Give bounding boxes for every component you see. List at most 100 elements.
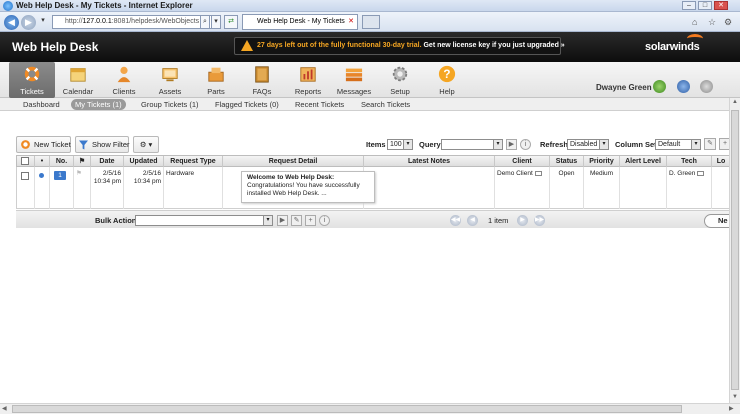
ticket-updated: 2/5/16: [142, 170, 161, 177]
home-icon[interactable]: ⌂: [692, 17, 697, 27]
column-set-select[interactable]: Default ▾: [655, 139, 701, 150]
col-updated[interactable]: Updated: [124, 156, 164, 167]
select-all-checkbox[interactable]: [21, 157, 29, 165]
items-value: 100: [390, 141, 402, 148]
select-all-header[interactable]: [17, 156, 35, 167]
minimize-button[interactable]: –: [682, 1, 696, 10]
last-page-icon[interactable]: ▶▶: [534, 215, 545, 226]
nav-faqs[interactable]: FAQs: [239, 62, 285, 98]
preferences-gear-icon[interactable]: [700, 80, 713, 93]
nav-calendar[interactable]: Calendar: [55, 62, 101, 98]
nav-clients[interactable]: Clients: [101, 62, 147, 98]
info-icon[interactable]: i: [319, 215, 330, 226]
subnav-recent-tickets[interactable]: Recent Tickets: [291, 99, 348, 110]
favorites-star-icon[interactable]: ☆: [708, 17, 716, 28]
license-key-link[interactable]: Get new license key if you just upgraded…: [423, 42, 564, 49]
lifebuoy-icon: [24, 66, 40, 82]
row-checkbox[interactable]: [21, 172, 29, 180]
lock-icon[interactable]: [677, 80, 690, 93]
subnav-group-tickets[interactable]: Group Tickets (1): [137, 99, 203, 110]
email-icon[interactable]: [534, 170, 542, 176]
back-arrow-icon[interactable]: ◀: [4, 15, 19, 30]
items-select[interactable]: 100 ▾: [387, 139, 413, 150]
col-request-detail[interactable]: Request Detail: [223, 156, 364, 167]
subnav-flagged-tickets[interactable]: Flagged Tickets (0): [211, 99, 283, 110]
nav-assets[interactable]: Assets: [147, 62, 193, 98]
col-client[interactable]: Client: [495, 156, 550, 167]
maximize-button[interactable]: □: [698, 1, 712, 10]
col-location[interactable]: Lo: [712, 156, 730, 167]
logo-swoosh-icon: [687, 34, 704, 43]
warning-icon: [241, 40, 253, 51]
nav-setup[interactable]: Setup: [377, 62, 423, 98]
new-ticket-button[interactable]: New Ticket: [16, 136, 71, 153]
availability-icon[interactable]: [653, 80, 666, 93]
chevron-down-icon: ▾: [493, 140, 502, 149]
ticket-tech[interactable]: D. Green: [669, 170, 695, 177]
close-window-button[interactable]: ✕: [714, 1, 728, 10]
show-filter-button[interactable]: Show Filter: [75, 136, 130, 153]
first-page-icon[interactable]: ◀◀: [450, 215, 461, 226]
table-row[interactable]: 1 ⚑ 2/5/16 10:34 pm 2/5/16 10:34 pm Hard…: [16, 167, 740, 209]
apply-action-icon[interactable]: ▶: [277, 215, 288, 226]
item-count: 1 item: [488, 216, 509, 225]
run-query-icon[interactable]: ▶: [506, 139, 517, 150]
col-latest-notes[interactable]: Latest Notes: [364, 156, 495, 167]
refresh-value: Disabled: [570, 141, 598, 148]
col-status[interactable]: Status: [550, 156, 584, 167]
grid-settings-button[interactable]: ⚙ ▾: [133, 136, 159, 153]
col-date[interactable]: Date: [91, 156, 124, 167]
horizontal-scrollbar[interactable]: ◀ ▶: [0, 403, 740, 414]
request-detail-box[interactable]: Welcome to Web Help Desk: Congratulation…: [241, 171, 375, 203]
compatibility-view-icon[interactable]: ⇄: [224, 15, 238, 29]
edit-pencil-icon[interactable]: ✎: [291, 215, 302, 226]
close-tab-icon[interactable]: ✕: [348, 15, 354, 29]
trial-days-text: 27 days left out of the fully functional…: [257, 42, 422, 49]
gear-icon: ⚙ ▾: [139, 140, 153, 149]
subnav-search-tickets[interactable]: Search Tickets: [357, 99, 414, 110]
refresh-select[interactable]: Disabled ▾: [567, 139, 609, 150]
nav-messages[interactable]: Messages: [331, 62, 377, 98]
tools-gear-icon[interactable]: ⚙: [724, 17, 732, 28]
address-bar[interactable]: http://127.0.0.1:8081/helpdesk/WebObject…: [52, 15, 220, 29]
col-tech[interactable]: Tech: [667, 156, 712, 167]
address-dropdown-icon[interactable]: ▾: [211, 15, 221, 29]
scroll-up-icon[interactable]: ▲: [732, 99, 738, 105]
subnav-dashboard[interactable]: Dashboard: [19, 99, 64, 110]
history-dropdown-icon[interactable]: ▾: [38, 15, 48, 29]
search-icon[interactable]: ⌕: [200, 15, 210, 29]
nav-help[interactable]: ? Help: [424, 62, 470, 98]
nav-tickets[interactable]: Tickets: [9, 62, 55, 98]
vertical-scroll-thumb[interactable]: [731, 110, 739, 390]
scroll-down-icon[interactable]: ▼: [732, 394, 738, 400]
col-number[interactable]: No.: [50, 156, 74, 167]
info-icon[interactable]: i: [520, 139, 531, 150]
add-icon[interactable]: +: [305, 215, 316, 226]
row-number-cell: 1: [50, 167, 74, 209]
row-flag-cell[interactable]: ⚑: [74, 167, 91, 209]
next-page-icon[interactable]: ▶: [517, 215, 528, 226]
forward-arrow-icon[interactable]: ▶: [21, 15, 36, 30]
nav-parts[interactable]: Parts: [193, 62, 239, 98]
email-icon[interactable]: [697, 170, 705, 176]
col-alert-level[interactable]: Alert Level: [620, 156, 667, 167]
ticket-number-link[interactable]: 1: [54, 171, 66, 180]
bulk-action-select[interactable]: ▾: [135, 215, 273, 226]
flag-icon[interactable]: ⚑: [76, 170, 82, 177]
scroll-left-icon[interactable]: ◀: [2, 405, 7, 412]
ticket-client[interactable]: Demo Client: [497, 170, 533, 177]
subnav-my-tickets[interactable]: My Tickets (1): [71, 99, 126, 110]
nav-reports[interactable]: Reports: [285, 62, 331, 98]
col-request-type[interactable]: Request Type: [164, 156, 223, 167]
col-priority[interactable]: Priority: [584, 156, 620, 167]
query-select[interactable]: ▾: [441, 139, 503, 150]
new-tab-button[interactable]: [362, 15, 380, 29]
col-flag[interactable]: ⚑: [74, 156, 91, 167]
previous-page-icon[interactable]: ◀: [467, 215, 478, 226]
scroll-right-icon[interactable]: ▶: [729, 405, 734, 412]
browser-tab-active[interactable]: Web Help Desk - My Tickets ✕: [242, 14, 358, 30]
vertical-scrollbar[interactable]: ▲ ▼: [729, 98, 740, 403]
horizontal-scroll-thumb[interactable]: [12, 405, 682, 413]
edit-pencil-icon[interactable]: ✎: [704, 138, 716, 150]
user-name[interactable]: Dwayne Green: [596, 83, 652, 92]
